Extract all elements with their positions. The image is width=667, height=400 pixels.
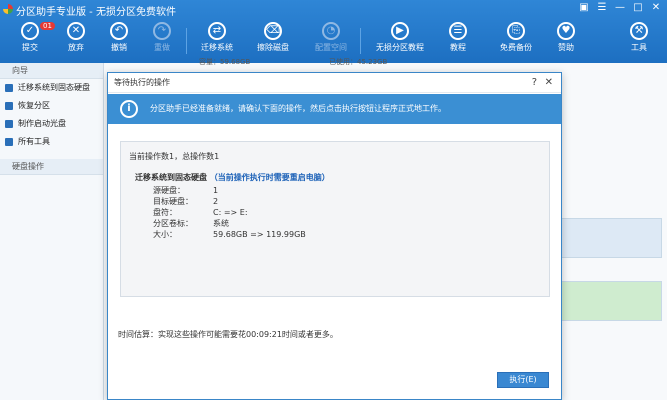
allocate-space-label: 配置空间 [315, 43, 347, 52]
detail-value: C: => E: [213, 208, 248, 217]
undo-label: 撤销 [111, 43, 127, 52]
toolbar-separator [360, 28, 361, 54]
recover-icon [5, 102, 13, 110]
submit-button[interactable]: ✓ 提交 01 [6, 22, 55, 53]
sidebar-item-all-tools[interactable]: 所有工具 [0, 133, 103, 151]
window-controls: ▣ ☰ — □ ✕ [577, 2, 663, 13]
detail-key: 盘符： [153, 208, 177, 217]
app-logo-icon [3, 4, 13, 14]
sidebar-item-recover-partition[interactable]: 恢复分区 [0, 97, 103, 115]
undo-button[interactable]: ↶ 撤销 [95, 22, 143, 53]
sidebar-item-label: 迁移系统到固态硬盘 [18, 83, 90, 92]
undo-icon: ↶ [110, 22, 128, 40]
tutorial-video-label: 无损分区教程 [376, 43, 424, 52]
redo-icon: ↷ [153, 22, 171, 40]
migrate-os-button[interactable]: ⇄ 迁移系统 [193, 22, 241, 53]
cross-icon: ✕ [67, 22, 85, 40]
sidebar-item-label: 恢复分区 [18, 101, 50, 110]
tools-list-icon [5, 138, 13, 146]
close-icon[interactable]: ✕ [545, 77, 553, 88]
check-icon: ✓ [21, 22, 39, 40]
sidebar-item-label: 制作启动光盘 [18, 119, 66, 128]
info-icon: i [120, 100, 138, 118]
dialog-title: 等待执行的操作 [108, 73, 561, 93]
migrate-os-label: 迁移系统 [201, 43, 233, 52]
tutorial-button[interactable]: ☰ 教程 [434, 22, 482, 53]
sponsor-button[interactable]: ♥ 赞助 [542, 22, 590, 53]
backup-icon: ⎘ [507, 22, 525, 40]
toolbar-separator [186, 28, 187, 54]
disc-icon [5, 120, 13, 128]
tools-button[interactable]: ⚒ 工具 [615, 22, 663, 53]
skin-icon[interactable]: ▣ [577, 2, 591, 13]
disk-ops-header[interactable]: 硬盘操作 [0, 159, 103, 175]
detail-value: 2 [213, 197, 219, 206]
tutorial-label: 教程 [450, 43, 466, 52]
wipe-disk-button[interactable]: ⌫ 擦除磁盘 [249, 22, 297, 53]
sidebar-item-label: 所有工具 [18, 137, 50, 146]
main-toolbar: ✓ 提交 01 ✕ 放弃 ↶ 撤销 ↷ 重做 ⇄ 迁移系统 ⌫ 擦除磁盘 ◔ 配… [0, 22, 667, 62]
used-text: 已使用：45.23GB [329, 58, 388, 66]
redo-label: 重做 [154, 43, 170, 52]
restart-note: （当前操作执行时需要重启电脑） [209, 173, 330, 182]
close-window-icon[interactable]: ✕ [649, 2, 663, 13]
detail-value: 1 [213, 186, 219, 195]
sidebar-item-migrate-ssd[interactable]: 迁移系统到固态硬盘 [0, 79, 103, 97]
eraser-icon: ⌫ [264, 22, 282, 40]
detail-row: 目标硬盘： 2 [153, 196, 218, 207]
title-toolbar-area: 分区助手专业版 - 无损分区免费软件 ▣ ☰ — □ ✕ ✓ 提交 01 ✕ 放… [0, 0, 667, 63]
submit-label: 提交 [22, 43, 38, 52]
time-estimate: 时间估算：实现这些操作可能需要花00:09:21时间或者更多。 [118, 330, 338, 339]
free-backup-label: 免费备份 [500, 43, 532, 52]
wizard-header[interactable]: 向导 [0, 63, 103, 79]
detail-row: 大小： 59.68GB => 119.99GB [153, 229, 306, 240]
banner-text: 分区助手已经准备就绪，请确认下面的操作，然后点击执行按钮让程序正式地工作。 [150, 104, 446, 113]
book-icon: ☰ [449, 22, 467, 40]
help-icon[interactable]: ? [532, 77, 537, 88]
detail-key: 目标硬盘： [153, 197, 193, 206]
migrate-icon: ⇄ [208, 22, 226, 40]
redo-button[interactable]: ↷ 重做 [138, 22, 186, 53]
detail-row: 源硬盘： 1 [153, 185, 218, 196]
tutorial-video-button[interactable]: ▶ 无损分区教程 [368, 22, 432, 53]
sidebar: 向导 迁移系统到固态硬盘 恢复分区 制作启动光盘 所有工具 硬盘操作 [0, 63, 104, 400]
play-icon: ▶ [391, 22, 409, 40]
discard-button[interactable]: ✕ 放弃 [52, 22, 100, 53]
info-banner: i 分区助手已经准备就绪，请确认下面的操作，然后点击执行按钮让程序正式地工作。 [108, 94, 561, 124]
detail-key: 大小： [153, 230, 177, 239]
capacity-text: 容量：59.68GB [199, 58, 251, 66]
pie-icon: ◔ [322, 22, 340, 40]
discard-label: 放弃 [68, 43, 84, 52]
free-backup-button[interactable]: ⎘ 免费备份 [488, 22, 544, 53]
operation-name: 迁移系统到固态硬盘 [135, 173, 207, 182]
detail-key: 分区卷标： [153, 219, 193, 228]
migrate-ssd-icon [5, 84, 13, 92]
sponsor-label: 赞助 [558, 43, 574, 52]
minimize-icon[interactable]: — [613, 2, 627, 13]
heart-icon: ♥ [557, 22, 575, 40]
menu-icon[interactable]: ☰ [595, 2, 609, 13]
detail-value: 系统 [213, 219, 229, 228]
sidebar-item-boot-disc[interactable]: 制作启动光盘 [0, 115, 103, 133]
detail-row: 盘符： C: => E: [153, 207, 248, 218]
execute-button[interactable]: 执行(E) [497, 372, 549, 388]
detail-key: 源硬盘： [153, 186, 185, 195]
detail-row: 分区卷标： 系统 [153, 218, 229, 229]
detail-value: 59.68GB => 119.99GB [213, 230, 306, 239]
tools-label: 工具 [631, 43, 647, 52]
app-title: 分区助手专业版 - 无损分区免费软件 [16, 7, 176, 18]
pending-operations-dialog: 等待执行的操作 ? ✕ i 分区助手已经准备就绪，请确认下面的操作，然后点击执行… [107, 72, 562, 400]
allocate-space-button[interactable]: ◔ 配置空间 [307, 22, 355, 53]
maximize-icon[interactable]: □ [631, 2, 645, 13]
operations-list: 当前操作数1，总操作数1 迁移系统到固态硬盘 （当前操作执行时需要重启电脑） 源… [120, 141, 550, 297]
tools-icon: ⚒ [630, 22, 648, 40]
operation-title: 迁移系统到固态硬盘 （当前操作执行时需要重启电脑） [135, 172, 330, 183]
operation-count: 当前操作数1，总操作数1 [129, 152, 220, 161]
wipe-disk-label: 擦除磁盘 [257, 43, 289, 52]
